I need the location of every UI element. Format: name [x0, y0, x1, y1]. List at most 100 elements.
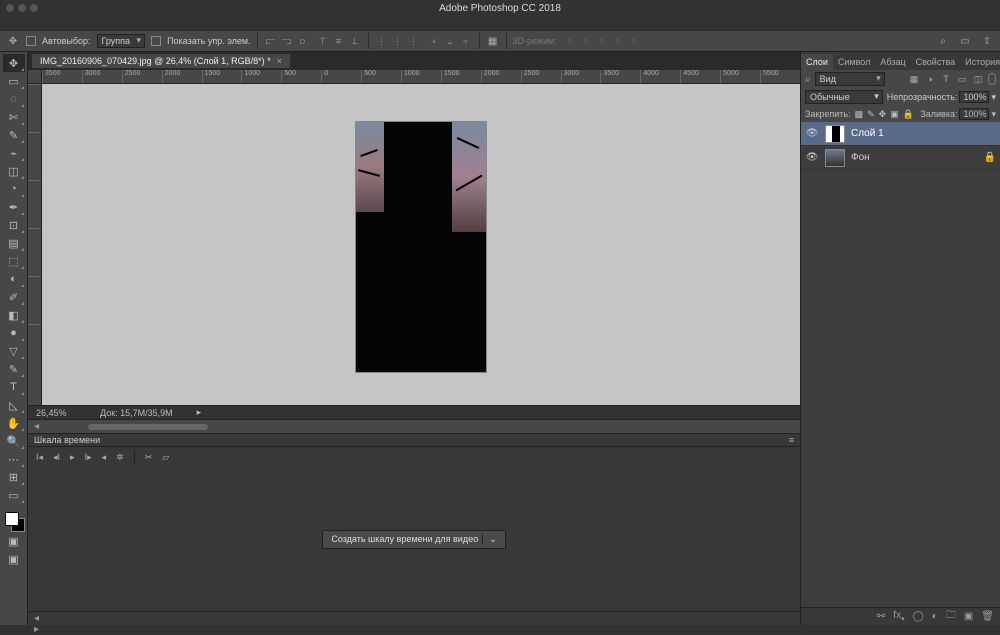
layer-fx-icon[interactable]: fx▾	[893, 610, 904, 623]
distribute-icon[interactable]: ⋮	[407, 34, 421, 48]
filter-search-icon[interactable]: ⌕	[805, 74, 811, 85]
tool-button[interactable]: ◌	[3, 90, 25, 108]
new-layer-icon[interactable]: ▣	[964, 611, 973, 622]
align-center-h-icon[interactable]: ⫎	[280, 34, 294, 48]
tool-button[interactable]: ✄	[3, 108, 25, 126]
mode3d-icon[interactable]: ◊	[579, 34, 593, 48]
align-left-icon[interactable]: ⫍	[264, 34, 278, 48]
tool-button[interactable]: ▭	[3, 72, 25, 90]
panel-menu-icon[interactable]: ≡	[789, 435, 794, 445]
layer-row[interactable]: 👁Фон🔒	[801, 146, 1000, 170]
panel-tab[interactable]: Абзац	[875, 54, 910, 70]
lock-brush-icon[interactable]: ✎	[867, 109, 875, 120]
maximize-window-icon[interactable]	[30, 4, 38, 12]
tool-button[interactable]: ◐	[3, 270, 25, 288]
filter-toggle-icon[interactable]	[988, 73, 996, 85]
opacity-value[interactable]: 100%	[959, 91, 989, 103]
tool-button[interactable]: ▤	[3, 234, 25, 252]
show-controls-checkbox[interactable]	[151, 36, 161, 46]
chevron-right-icon[interactable]: ▸	[197, 407, 202, 418]
filter-pixel-icon[interactable]: ▦	[908, 73, 920, 85]
align-middle-icon[interactable]: ≡	[332, 34, 346, 48]
tool-button[interactable]: ⌁	[3, 144, 25, 162]
visibility-eye-icon[interactable]: 👁	[805, 152, 819, 163]
filter-adjust-icon[interactable]: ◑	[924, 73, 936, 85]
panel-tab[interactable]: Символ	[833, 54, 875, 70]
color-picker[interactable]	[3, 510, 25, 532]
panel-tab[interactable]: Свойства	[911, 54, 961, 70]
lock-artboard-icon[interactable]: ▣	[890, 109, 899, 120]
tool-button[interactable]: ⬚	[3, 252, 25, 270]
distribute-icon[interactable]: ⋮	[391, 34, 405, 48]
fill-value[interactable]: 100%	[959, 108, 989, 120]
layer-row[interactable]: 👁Слой 1	[801, 122, 1000, 146]
go-start-icon[interactable]: I◂	[36, 452, 43, 463]
panel-tab[interactable]: История	[960, 54, 1000, 70]
align-bottom-icon[interactable]: ⊥	[348, 34, 362, 48]
layer-mask-icon[interactable]: ◯	[913, 611, 924, 622]
layer-group-icon[interactable]: 🗀	[946, 608, 956, 625]
chevron-down-icon[interactable]: ⌄	[482, 534, 497, 545]
menu-bar[interactable]	[0, 16, 1000, 30]
ruler-horizontal[interactable]: 3500300025002000150010005000500100015002…	[42, 70, 800, 84]
tool-button[interactable]: ●	[3, 324, 25, 342]
layer-filter-select[interactable]: Вид	[815, 72, 885, 86]
settings-icon[interactable]: ✲	[116, 452, 124, 463]
filter-type-icon[interactable]: T	[940, 73, 952, 85]
lock-pixels-icon[interactable]: ▩	[855, 109, 864, 120]
timeline-footer-scrollbar[interactable]	[28, 611, 800, 625]
distribute-icon[interactable]: ⫠	[443, 34, 457, 48]
tool-button[interactable]: ▽	[3, 342, 25, 360]
tool-button[interactable]: ▭	[3, 486, 25, 504]
tool-button[interactable]: ✋	[3, 414, 25, 432]
next-frame-icon[interactable]: I▸	[85, 452, 92, 463]
move-tool-icon[interactable]: ✥	[6, 34, 20, 48]
autoselect-mode-select[interactable]: Группа	[97, 34, 146, 48]
tool-button[interactable]: ◔	[3, 180, 25, 198]
delete-layer-icon[interactable]: 🗑	[981, 611, 994, 622]
horizontal-scrollbar[interactable]	[28, 419, 800, 433]
tool-button[interactable]: ✎	[3, 126, 25, 144]
mode3d-icon[interactable]: ◊	[611, 34, 625, 48]
tool-button[interactable]: ⋯	[3, 450, 25, 468]
prev-frame-icon[interactable]: ◂I	[53, 452, 60, 463]
blend-mode-select[interactable]: Обычные	[805, 90, 883, 104]
tool-button[interactable]: ◫	[3, 162, 25, 180]
tool-button[interactable]: T	[3, 378, 25, 396]
workspace-icon[interactable]: ▭	[958, 34, 972, 48]
adjustment-layer-icon[interactable]: ◐	[932, 611, 938, 622]
create-video-timeline-button[interactable]: Создать шкалу времени для видео ⌄	[322, 530, 505, 549]
artboard-background[interactable]	[42, 84, 800, 409]
quick-mask-icon[interactable]: ▣	[3, 532, 25, 550]
ruler-vertical[interactable]	[28, 84, 42, 409]
tool-button[interactable]: ✒	[3, 198, 25, 216]
tool-button[interactable]: ✥	[3, 54, 25, 72]
tool-button[interactable]: ⊡	[3, 216, 25, 234]
window-traffic-lights[interactable]	[6, 4, 38, 12]
filter-smart-icon[interactable]: ◫	[972, 73, 984, 85]
transition-icon[interactable]: ▱	[162, 452, 169, 463]
close-icon[interactable]: ×	[277, 56, 282, 66]
scissors-icon[interactable]: ✂	[145, 452, 153, 463]
filter-shape-icon[interactable]: ▭	[956, 73, 968, 85]
mode3d-icon[interactable]: ◊	[563, 34, 577, 48]
mode3d-icon[interactable]: ◊	[627, 34, 641, 48]
canvas-area[interactable]: 3500300025002000150010005000500100015002…	[28, 70, 800, 433]
distribute-icon[interactable]: ⫟	[459, 34, 473, 48]
zoom-value[interactable]: 26,45%	[36, 408, 76, 418]
timeline-panel-title-bar[interactable]: Шкала времени ≡	[28, 433, 800, 447]
share-icon[interactable]: ⇧	[980, 34, 994, 48]
distribute-icon[interactable]: ⫞	[427, 34, 441, 48]
mute-icon[interactable]: ◂	[102, 452, 107, 463]
tool-button[interactable]: ⊞	[3, 468, 25, 486]
link-layers-icon[interactable]: ⚯	[877, 611, 885, 622]
minimize-window-icon[interactable]	[18, 4, 26, 12]
auto-align-icon[interactable]: ▦	[486, 34, 500, 48]
canvas-image[interactable]	[356, 122, 486, 372]
tool-button[interactable]: 🔍	[3, 432, 25, 450]
visibility-eye-icon[interactable]: 👁	[805, 128, 819, 139]
tool-button[interactable]: ◺	[3, 396, 25, 414]
tool-button[interactable]: ◧	[3, 306, 25, 324]
play-icon[interactable]: ▸	[70, 452, 75, 463]
tool-button[interactable]: ✐	[3, 288, 25, 306]
